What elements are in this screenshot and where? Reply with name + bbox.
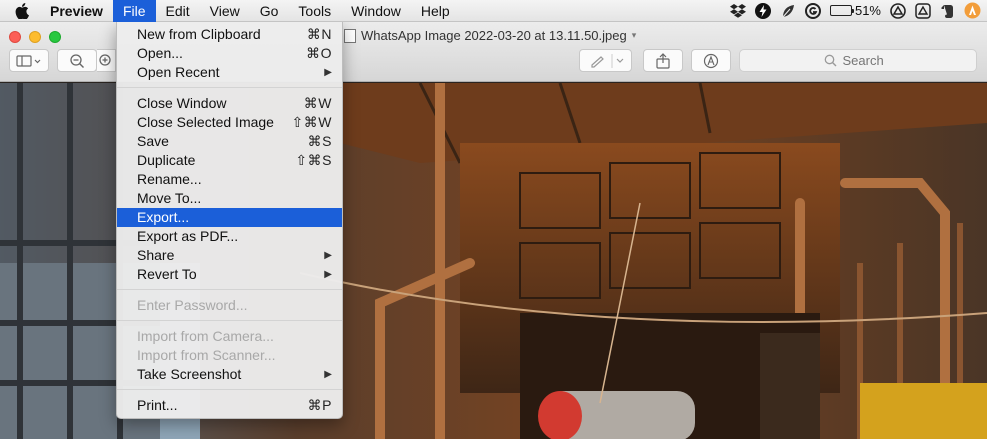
menu-edit[interactable]: Edit [156,0,200,22]
menu-item-shortcut: ⌘S [307,133,332,149]
menu-item-label: Share [137,247,175,263]
menu-item-close-selected-image[interactable]: Close Selected Image ⇧⌘W [117,113,342,132]
battery-icon [829,5,854,16]
drive-icon[interactable] [914,2,931,19]
markup-pen-icon [590,53,623,68]
menu-item-label: Duplicate [137,152,196,168]
menu-help[interactable]: Help [411,0,460,22]
zoom-in-icon [99,53,111,66]
chevron-down-icon: ▾ [631,30,637,40]
menu-item-label: Revert To [137,266,197,282]
menu-item-label: New from Clipboard [137,26,261,42]
submenu-arrow-icon: ▶ [324,250,332,261]
battery-indicator[interactable]: 51% [829,3,881,18]
bolt-icon[interactable] [755,2,772,19]
submenu-arrow-icon: ▶ [324,369,332,380]
menu-item-import-from-scanner: Import from Scanner... [117,346,342,365]
menu-item-label: Close Window [137,95,227,111]
menu-item-export-as-pdf[interactable]: Export as PDF... [117,227,342,246]
share-icon [656,52,670,69]
menu-separator [117,87,342,88]
menu-item-label: Move To... [137,190,202,206]
menu-separator [117,289,342,290]
zoom-out-button[interactable] [57,49,97,72]
menu-item-label: Import from Scanner... [137,347,276,363]
share-button[interactable] [643,49,683,72]
zoom-in-button[interactable] [97,49,116,72]
markup-pen-button[interactable] [579,49,632,72]
menu-view[interactable]: View [200,0,250,22]
menu-item-label: Export... [137,209,190,225]
menu-item-label: Save [137,133,169,149]
minimize-window-button[interactable] [29,31,41,43]
menu-item-label: Enter Password... [137,297,248,313]
submenu-arrow-icon: ▶ [324,67,332,78]
menu-item-label: Open... [137,45,183,61]
menu-go[interactable]: Go [250,0,289,22]
window-controls [9,31,61,43]
menu-item-label: Import from Camera... [137,328,274,344]
search-field[interactable] [739,49,977,72]
menu-separator [117,320,342,321]
file-menu-dropdown: New from Clipboard ⌘N Open... ⌘O Open Recent… [116,22,343,419]
menu-item-label: Rename... [137,171,202,187]
markup-toolbar-button[interactable] [691,49,731,72]
leaf-icon[interactable] [780,2,797,19]
menu-item-import-from-camera: Import from Camera... [117,327,342,346]
menu-item-take-screenshot[interactable]: Take Screenshot ▶ [117,365,342,384]
document-title[interactable]: WhatsApp Image 2022-03-20 at 13.11.50.jp… [344,28,636,43]
document-title-text: WhatsApp Image 2022-03-20 at 13.11.50.jp… [361,28,627,43]
markup-toolbar-icon [703,53,719,68]
menu-item-shortcut: ⌘N [306,26,332,42]
sidebar-toggle-button[interactable] [9,49,49,72]
avast-icon[interactable] [964,2,981,19]
close-window-button[interactable] [9,31,21,43]
sidebar-toggle-icon [16,54,41,67]
menu-item-shortcut: ⇧⌘S [295,152,332,168]
menu-item-shortcut: ⌘O [306,45,332,61]
menu-item-label: Open Recent [137,64,220,80]
zoom-out-icon [70,53,84,68]
menu-bar: Preview File Edit View Go Tools Window H… [0,0,987,22]
zoom-window-button[interactable] [49,31,61,43]
menu-tools[interactable]: Tools [288,0,341,22]
menu-separator [117,389,342,390]
menu-item-revert-to[interactable]: Revert To ▶ [117,265,342,284]
menu-item-open[interactable]: Open... ⌘O [117,44,342,63]
menu-item-save[interactable]: Save ⌘S [117,132,342,151]
evernote-icon[interactable] [939,2,956,19]
menu-item-open-recent[interactable]: Open Recent ▶ [117,63,342,82]
menu-item-close-window[interactable]: Close Window ⌘W [117,94,342,113]
menu-item-label: Print... [137,397,178,413]
submenu-arrow-icon: ▶ [324,269,332,280]
search-input[interactable] [842,53,893,68]
menu-item-enter-password: Enter Password... [117,296,342,315]
apple-menu[interactable] [0,2,44,19]
dropbox-icon[interactable] [730,2,747,19]
menu-file[interactable]: File [112,0,156,22]
menu-item-shortcut: ⇧⌘W [291,114,332,130]
menu-item-share[interactable]: Share ▶ [117,246,342,265]
menu-item-label: Close Selected Image [137,114,274,130]
document-icon [344,28,356,43]
menu-item-rename[interactable]: Rename... [117,170,342,189]
menu-item-label: Take Screenshot [137,366,242,382]
menu-item-shortcut: ⌘W [303,95,332,111]
menu-item-label: Export as PDF... [137,228,239,244]
menu-item-move-to[interactable]: Move To... [117,189,342,208]
menu-item-duplicate[interactable]: Duplicate ⇧⌘S [117,151,342,170]
grammarly-icon[interactable] [805,2,822,19]
battery-percent: 51% [854,3,881,18]
apple-logo-icon [15,2,29,19]
menu-window[interactable]: Window [341,0,411,22]
airplay-icon[interactable] [889,2,906,19]
menu-item-new-from-clipboard[interactable]: New from Clipboard ⌘N [117,25,342,44]
status-area: 51% [730,2,987,19]
search-icon [824,54,836,67]
menu-item-export[interactable]: Export... [117,208,342,227]
menu-item-shortcut: ⌘P [307,397,332,413]
menu-item-print[interactable]: Print... ⌘P [117,396,342,415]
menu-app-name[interactable]: Preview [44,0,113,22]
